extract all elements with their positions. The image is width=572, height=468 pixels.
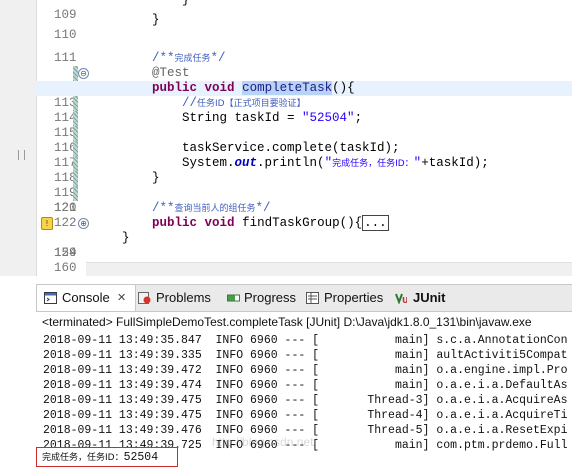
view-tab-bar: Console ✕ Problems Progress Properties U — [36, 285, 572, 312]
editor-horizontal-scrollbar[interactable] — [86, 262, 572, 276]
code-line-124[interactable]: ! 124 ⊕ public void findTaskGroup(){... — [36, 215, 572, 260]
problems-icon — [138, 292, 151, 304]
code-text: public void completeTask(){ — [152, 81, 355, 95]
code-text: /**查询当前人的组任务*/ — [152, 201, 271, 215]
code-line-111[interactable]: 111 — [36, 36, 572, 65]
progress-icon — [227, 294, 240, 302]
splitter-grip[interactable] — [18, 150, 25, 160]
tab-problems[interactable]: Problems — [136, 285, 220, 311]
code-line-110[interactable]: 110 } — [36, 13, 572, 42]
code-line-122[interactable]: 122 /**查询当前人的组任务*/ — [36, 201, 572, 230]
log-line: 2018-09-11 13:49:39.475 INFO 6960 --- [ … — [43, 394, 568, 407]
code-text: taskService.complete(taskId); — [122, 141, 400, 155]
tab-progress[interactable]: Progress — [224, 285, 298, 311]
code-text: } — [122, 231, 130, 245]
properties-icon — [306, 292, 319, 304]
watermark: http://blog.csdn.net/ — [212, 435, 317, 449]
code-line-159[interactable]: 159 } — [36, 231, 572, 260]
code-line-113[interactable]: 113 ⊖ @Test — [36, 66, 572, 110]
code-line-117[interactable]: 117 — [36, 126, 572, 170]
log-line: 2018-09-11 13:49:39.474 INFO 6960 --- [ … — [43, 379, 568, 392]
tab-label: Console — [62, 290, 110, 305]
tab-junit[interactable]: U JUnit — [392, 285, 452, 311]
tab-console[interactable]: Console ✕ — [36, 285, 136, 311]
log-line: 2018-09-11 13:49:39.472 INFO 6960 --- [ … — [43, 364, 568, 377]
code-line-109[interactable]: 109 } — [36, 0, 572, 22]
output-line: 完成任务，任务ID：52504 — [42, 451, 159, 464]
svg-text:U: U — [402, 296, 407, 304]
tab-label: JUnit — [413, 290, 446, 305]
code-editor[interactable]: 109 } 110 } 111 112 /**完成任务*/ 113 ⊖ @Tes… — [0, 0, 572, 276]
code-line-115[interactable]: 115 //任务ID【正式项目要验证】 — [36, 96, 572, 140]
console-icon — [44, 292, 57, 304]
code-text: public void findTaskGroup(){... — [152, 215, 389, 231]
tab-label: Properties — [324, 290, 384, 305]
console-view: Console ✕ Problems Progress Properties U — [36, 284, 572, 468]
highlighted-output: 完成任务，任务ID：52504 — [36, 447, 178, 467]
selected-method-name: completeTask — [242, 81, 333, 95]
code-text: System.out.println("完成任务，任务ID："+taskId); — [122, 156, 489, 170]
tab-label: Problems — [156, 290, 211, 305]
close-icon[interactable]: ✕ — [117, 292, 126, 304]
code-text: /**完成任务*/ — [152, 51, 226, 65]
fold-collapse-icon[interactable]: ⊖ — [78, 68, 89, 79]
code-line-120[interactable]: 120 } — [36, 171, 572, 215]
code-line-160[interactable]: 160 — [36, 246, 572, 275]
log-line: 2018-09-11 13:49:39.335 INFO 6960 --- [ … — [43, 349, 568, 362]
code-line-116[interactable]: 116 String taskId = "52504"; — [36, 111, 572, 155]
code-line-121[interactable]: 121 — [36, 186, 572, 215]
terminated-status: <terminated> FullSimpleDemoTest.complete… — [42, 315, 532, 329]
line-number: 160 — [54, 261, 77, 275]
log-line: 2018-09-11 13:49:39.475 INFO 6960 --- [ … — [43, 409, 568, 422]
code-text: //任务ID【正式项目要验证】 — [182, 96, 306, 110]
code-line-114[interactable]: 114 public void completeTask(){ — [36, 81, 572, 125]
editor-left-margin — [0, 0, 37, 276]
tab-label: Progress — [244, 290, 297, 305]
code-line-112[interactable]: 112 /**完成任务*/ — [36, 51, 572, 95]
code-text: } — [152, 13, 160, 27]
fold-expand-icon[interactable]: ⊕ — [78, 218, 89, 229]
code-text: String taskId = "52504"; — [182, 111, 363, 125]
code-text: } — [152, 171, 160, 185]
tab-properties[interactable]: Properties — [304, 285, 390, 311]
code-line-119[interactable]: 119 System.out.println("完成任务，任务ID："+task… — [36, 156, 572, 200]
code-text: @Test — [152, 66, 190, 80]
collapsed-block[interactable]: ... — [362, 215, 389, 231]
warning-icon[interactable]: ! — [41, 217, 53, 230]
code-text: } — [182, 0, 190, 7]
junit-icon: U — [395, 293, 407, 304]
log-line: 2018-09-11 13:49:35.847 INFO 6960 --- [ … — [43, 334, 568, 347]
code-line-118[interactable]: 118 taskService.complete(taskId); — [36, 141, 572, 185]
